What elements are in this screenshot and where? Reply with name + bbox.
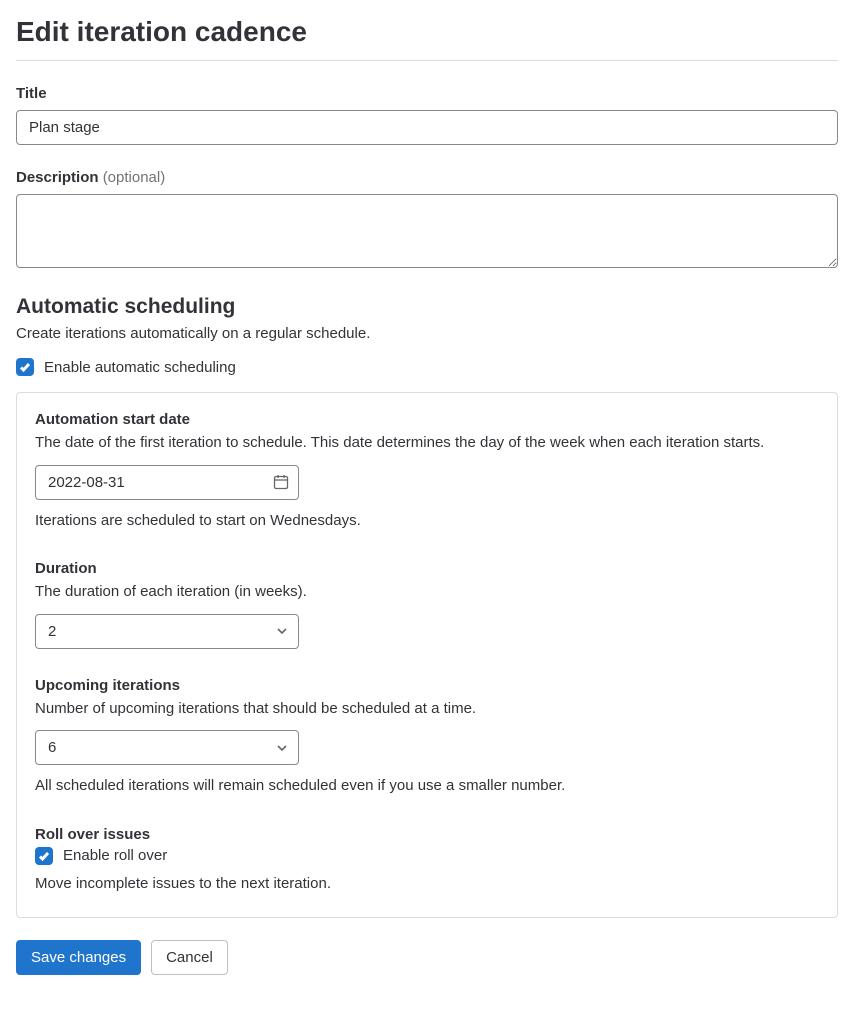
- title-field-group: Title: [16, 85, 838, 145]
- enable-rollover-label[interactable]: Enable roll over: [63, 847, 167, 864]
- enable-rollover-row: Enable roll over: [35, 847, 819, 865]
- enable-scheduling-row: Enable automatic scheduling: [16, 358, 838, 376]
- actions-row: Save changes Cancel: [16, 940, 838, 975]
- scheduling-panel: Automation start date The date of the fi…: [16, 392, 838, 918]
- duration-label: Duration: [35, 560, 819, 577]
- start-date-help: The date of the first iteration to sched…: [35, 432, 819, 455]
- scheduling-description: Create iterations automatically on a reg…: [16, 325, 838, 342]
- enable-scheduling-label[interactable]: Enable automatic scheduling: [44, 359, 236, 376]
- description-field-group: Description (optional): [16, 169, 838, 271]
- start-date-input-wrap: [35, 465, 299, 500]
- upcoming-help: Number of upcoming iterations that shoul…: [35, 698, 819, 721]
- page-title: Edit iteration cadence: [16, 16, 838, 48]
- description-label: Description (optional): [16, 169, 838, 186]
- check-icon: [38, 850, 50, 862]
- upcoming-select-wrap: 6: [35, 730, 299, 765]
- duration-help: The duration of each iteration (in weeks…: [35, 581, 819, 604]
- check-icon: [19, 361, 31, 373]
- description-input[interactable]: [16, 194, 838, 268]
- start-date-below: Iterations are scheduled to start on Wed…: [35, 510, 819, 533]
- divider: [16, 60, 838, 61]
- scheduling-heading: Automatic scheduling: [16, 295, 838, 319]
- rollover-help: Move incomplete issues to the next itera…: [35, 873, 819, 896]
- description-optional: (optional): [103, 169, 166, 186]
- upcoming-group: Upcoming iterations Number of upcoming i…: [35, 677, 819, 798]
- start-date-group: Automation start date The date of the fi…: [35, 411, 819, 532]
- rollover-group: Roll over issues Enable roll over Move i…: [35, 826, 819, 896]
- title-input[interactable]: [16, 110, 838, 145]
- cancel-button[interactable]: Cancel: [151, 940, 228, 975]
- upcoming-select[interactable]: 6: [35, 730, 299, 765]
- start-date-input[interactable]: [35, 465, 299, 500]
- rollover-label: Roll over issues: [35, 826, 819, 843]
- upcoming-label: Upcoming iterations: [35, 677, 819, 694]
- title-label: Title: [16, 85, 838, 102]
- description-label-text: Description: [16, 169, 99, 186]
- duration-select-wrap: 2: [35, 614, 299, 649]
- upcoming-below: All scheduled iterations will remain sch…: [35, 775, 819, 798]
- save-button[interactable]: Save changes: [16, 940, 141, 975]
- enable-scheduling-checkbox[interactable]: [16, 358, 34, 376]
- enable-rollover-checkbox[interactable]: [35, 847, 53, 865]
- start-date-label: Automation start date: [35, 411, 819, 428]
- duration-group: Duration The duration of each iteration …: [35, 560, 819, 649]
- duration-select[interactable]: 2: [35, 614, 299, 649]
